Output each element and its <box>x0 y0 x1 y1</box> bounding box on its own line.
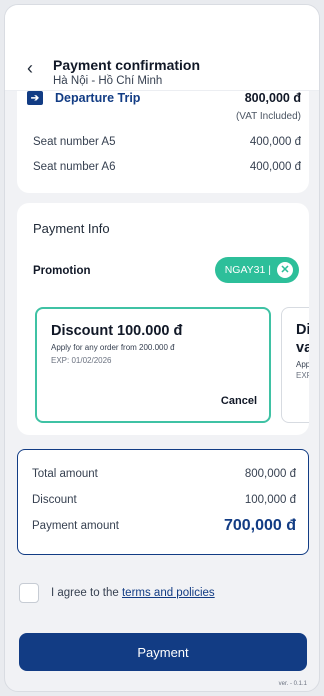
seat-label: Seat number A6 <box>33 161 116 173</box>
chevron-left-icon[interactable]: ‹ <box>21 59 39 77</box>
payment-info-title: Payment Info <box>33 221 110 236</box>
departure-arrow-icon: ➔ <box>27 91 43 105</box>
seat-price: 400,000 đ <box>249 136 301 148</box>
total-label: Total amount <box>32 468 98 480</box>
trip-label: Departure Trip <box>55 91 141 105</box>
voucher-title-line2: val <box>296 340 309 356</box>
agree-row: I agree to the terms and policies <box>19 579 215 607</box>
voucher-title: Dis <box>296 322 309 338</box>
trip-price: 800,000 đ <box>244 91 301 105</box>
promo-code: NGAY31 | <box>224 264 271 276</box>
phone-screen: ‹ Payment confirmation Hà Nội - Hồ Chí M… <box>4 4 320 692</box>
promo-code-chip[interactable]: NGAY31 | ✕ <box>214 257 299 283</box>
terms-link[interactable]: terms and policies <box>122 587 215 599</box>
page-title: Payment confirmation <box>53 57 201 73</box>
promotion-label: Promotion <box>33 265 91 277</box>
header: ‹ Payment confirmation Hà Nội - Hồ Chí M… <box>5 5 319 91</box>
payment-amount-value: 700,000 đ <box>223 517 296 534</box>
agree-text: I agree to the terms and policies <box>51 587 215 599</box>
seat-price: 400,000 đ <box>249 161 301 173</box>
trip-card: ➔ Departure Trip 800,000 đ (VAT Included… <box>17 91 309 193</box>
discount-label: Discount <box>32 494 77 506</box>
seat-row: Seat number A6 400,000 đ <box>33 161 301 173</box>
payment-button[interactable]: Payment <box>19 633 307 671</box>
voucher-title: Discount 100.000 đ <box>51 323 183 339</box>
voucher-cancel-button[interactable]: Cancel <box>221 395 257 407</box>
voucher-desc: Apply for any order from 200.000 đ <box>51 343 175 352</box>
seat-label: Seat number A5 <box>33 136 116 148</box>
seat-row: Seat number A5 400,000 đ <box>33 136 301 148</box>
payment-info-card: Payment Info Promotion NGAY31 | ✕ Discou… <box>17 203 309 435</box>
discount-row: Discount 100,000 đ <box>32 494 296 506</box>
route-subtitle: Hà Nội - Hồ Chí Minh <box>53 75 163 87</box>
agree-prefix: I agree to the <box>51 587 119 599</box>
voucher-card-selected[interactable]: Discount 100.000 đ Apply for any order f… <box>35 307 271 423</box>
voucher-desc: App <box>296 360 309 369</box>
voucher-card[interactable]: Dis val App EXP <box>281 307 309 423</box>
payment-amount-label: Payment amount <box>32 520 119 532</box>
voucher-exp: EXP <box>296 371 309 380</box>
version-label: ver. - 0.1.1 <box>278 681 307 687</box>
discount-value: 100,000 đ <box>244 494 296 506</box>
total-amount-row: Total amount 800,000 đ <box>32 468 296 480</box>
total-value: 800,000 đ <box>244 468 296 480</box>
agree-checkbox[interactable] <box>19 583 39 603</box>
remove-promo-icon[interactable]: ✕ <box>277 262 293 278</box>
payment-amount-row: Payment amount 700,000 đ <box>32 517 296 534</box>
voucher-exp: EXP: 01/02/2026 <box>51 356 112 365</box>
totals-card: Total amount 800,000 đ Discount 100,000 … <box>17 449 309 555</box>
vat-note: (VAT Included) <box>235 111 301 122</box>
